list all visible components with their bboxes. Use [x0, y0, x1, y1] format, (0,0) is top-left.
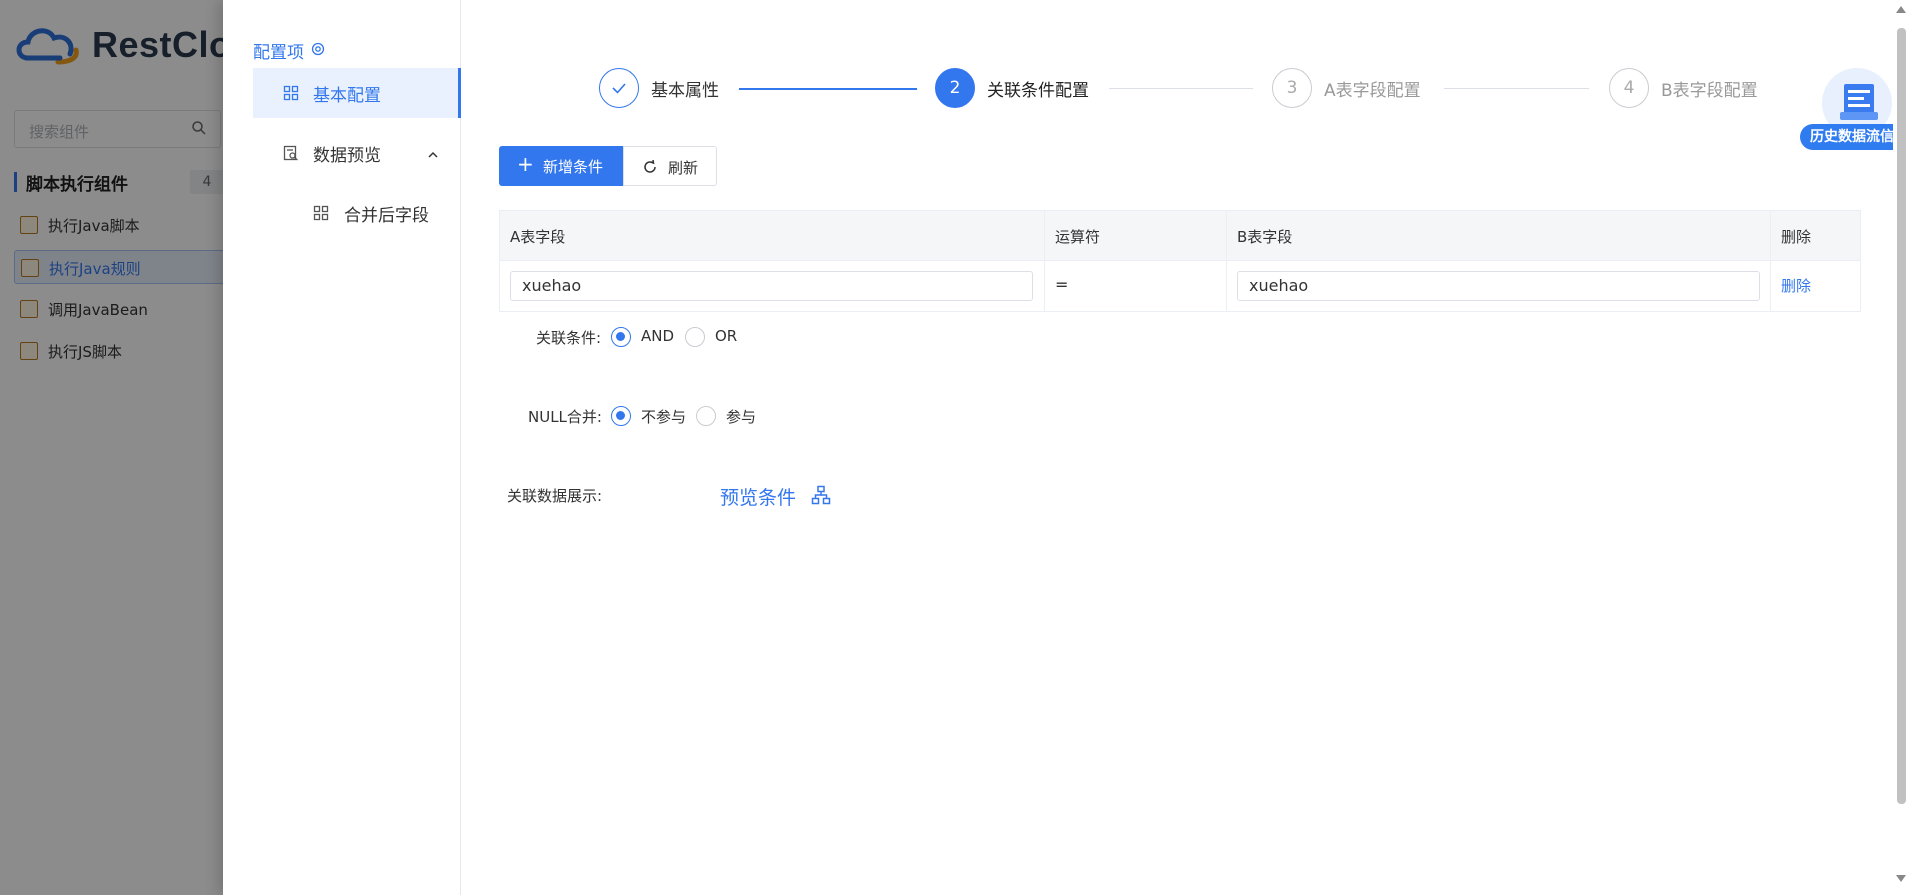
step-connector: [1444, 88, 1589, 89]
plus-icon: +: [517, 152, 534, 176]
null-merge-row: NULL合并: 不参与 参与: [528, 401, 848, 431]
b-field-input[interactable]: xuehao: [1237, 271, 1760, 301]
scroll-down-icon[interactable]: [1896, 875, 1906, 882]
config-nav-title: 配置项: [253, 43, 304, 63]
nav-item-label: 合并后字段: [344, 206, 429, 226]
step-number: 4: [1609, 68, 1649, 108]
preview-icon: [283, 145, 299, 165]
join-display-label: 关联数据展示:: [507, 487, 603, 505]
null-merge-label: NULL合并:: [528, 408, 602, 426]
step-progress: 基本属性 2 关联条件配置 3 A表字段配置 4 B表字段配置: [599, 66, 1779, 110]
step-number: 2: [935, 68, 975, 108]
vertical-scrollbar[interactable]: [1893, 0, 1910, 895]
scroll-up-icon[interactable]: [1896, 6, 1906, 13]
column-header-b-field: B表字段: [1227, 211, 1771, 261]
hierarchy-icon[interactable]: [811, 485, 831, 509]
delete-row-link[interactable]: 删除: [1781, 275, 1811, 296]
step-number: 3: [1272, 68, 1312, 108]
operator-value: =: [1055, 275, 1069, 294]
a-field-input[interactable]: xuehao: [510, 271, 1033, 301]
step-label: 关联条件配置: [987, 81, 1089, 101]
nav-item-basic-config[interactable]: 基本配置: [253, 68, 461, 118]
radio-dot: [611, 327, 631, 347]
scrollbar-thumb[interactable]: [1897, 28, 1906, 804]
settings-icon: [311, 41, 325, 60]
table-header: A表字段 运算符 B表字段 删除: [500, 211, 1860, 261]
grid-icon: [313, 205, 329, 225]
nav-item-label: 数据预览: [313, 146, 381, 166]
nav-item-merged-fields[interactable]: 合并后字段: [253, 188, 461, 238]
radio-label: 参与: [726, 408, 757, 426]
radio-label: 不参与: [641, 408, 687, 426]
config-drawer: 配置项 基本配置 数据预览 合并后字段 基本属性 2 关联条件配置 3 A表字段…: [223, 0, 1910, 895]
step-label: 基本属性: [651, 81, 719, 101]
join-condition-row: 关联条件: AND OR: [536, 322, 836, 352]
config-nav: 配置项 基本配置 数据预览 合并后字段: [223, 0, 461, 895]
nav-item-label: 基本配置: [313, 86, 381, 106]
step-connector: [739, 88, 917, 90]
cell-operator: =: [1045, 261, 1227, 311]
column-header-a-field: A表字段: [500, 211, 1045, 261]
refresh-label: 刷新: [668, 159, 699, 177]
preview-condition-link[interactable]: 预览条件: [720, 483, 796, 510]
radio-label: AND: [641, 327, 675, 345]
radio-dot: [611, 406, 631, 426]
chevron-up-icon[interactable]: [427, 146, 439, 165]
radio-label: OR: [715, 327, 738, 345]
nav-item-data-preview[interactable]: 数据预览: [253, 128, 461, 178]
table-row: xuehao = xuehao 删除: [500, 261, 1860, 311]
add-condition-button[interactable]: + 新增条件: [499, 146, 623, 186]
cell-b-field: xuehao: [1227, 261, 1771, 311]
condition-table: A表字段 运算符 B表字段 删除 xuehao = xuehao 删除: [499, 210, 1861, 312]
step-label: B表字段配置: [1661, 81, 1758, 101]
radio-dot: [696, 406, 716, 426]
grid-icon: [283, 85, 299, 105]
refresh-icon: [642, 159, 658, 179]
add-condition-label: 新增条件: [543, 158, 604, 176]
cell-a-field: xuehao: [500, 261, 1045, 311]
check-icon: [599, 68, 639, 108]
column-header-delete: 删除: [1781, 228, 1812, 246]
step-connector: [1109, 88, 1253, 89]
join-condition-label: 关联条件:: [536, 329, 602, 347]
column-header-operator: 运算符: [1045, 211, 1227, 261]
step-label: A表字段配置: [1324, 81, 1421, 101]
cell-delete: 删除: [1771, 261, 1862, 311]
join-display-row: 关联数据展示:: [507, 485, 647, 515]
radio-dot: [685, 327, 705, 347]
refresh-button[interactable]: 刷新: [623, 146, 717, 186]
